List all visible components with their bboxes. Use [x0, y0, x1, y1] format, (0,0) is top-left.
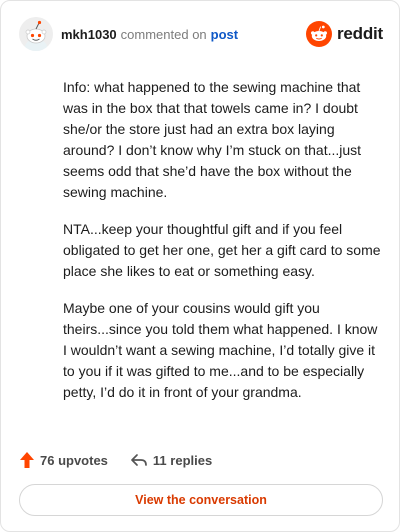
comment-meta: mkh1030 commented on post	[61, 27, 238, 43]
reddit-brand[interactable]: reddit	[305, 21, 383, 47]
reddit-wordmark: reddit	[336, 24, 383, 43]
comment-paragraph: Info: what happened to the sewing machin…	[63, 79, 362, 200]
reddit-logo-icon	[305, 21, 332, 47]
replies-button[interactable]: 11 replies	[130, 452, 212, 468]
post-link[interactable]: post	[211, 27, 238, 42]
comment-body: Info: what happened to the sewing machin…	[63, 77, 385, 419]
comment-card: mkh1030 commented on post reddit Info: wha…	[0, 0, 400, 532]
username-link[interactable]: mkh1030	[61, 27, 117, 42]
snoo-avatar-icon	[19, 17, 53, 51]
upvote-count: 76 upvotes	[40, 452, 108, 468]
upvote-arrow-icon	[20, 452, 34, 468]
comment-header: mkh1030 commented on post reddit	[19, 17, 383, 53]
reply-arrow-icon	[131, 454, 147, 466]
comment-actions: 76 upvotes 11 replies	[19, 449, 234, 471]
comment-paragraph: NTA...keep your thoughtful gift and if y…	[63, 221, 381, 279]
commented-on-text: commented on	[120, 27, 207, 42]
user-avatar[interactable]	[19, 17, 53, 51]
reply-count: 11 replies	[152, 452, 213, 468]
view-conversation-button[interactable]: View the conversation	[19, 484, 383, 516]
comment-paragraph: Maybe one of your cousins would gift you…	[63, 300, 378, 400]
upvote-button[interactable]: 76 upvotes	[19, 451, 108, 469]
